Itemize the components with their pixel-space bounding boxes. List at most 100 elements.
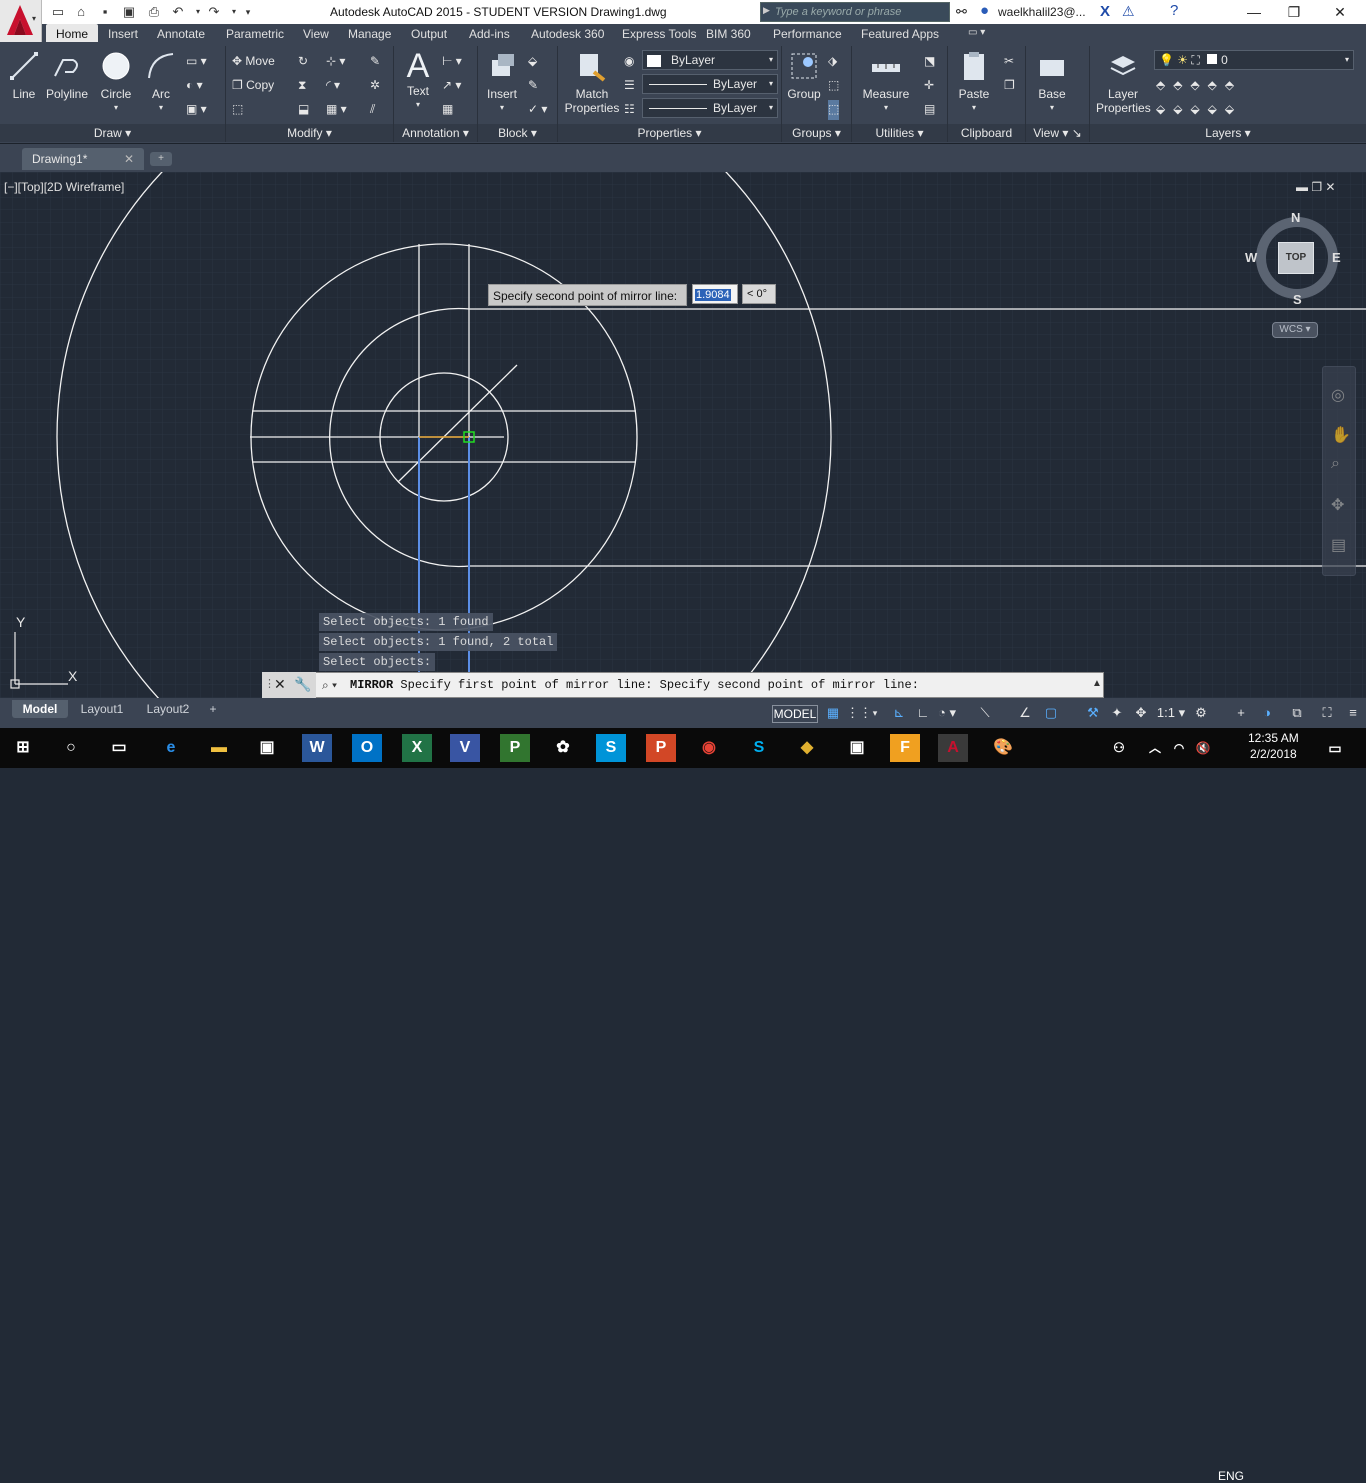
base-button[interactable]: Base ▾ bbox=[1032, 50, 1072, 115]
viewcube-top-face[interactable]: TOP bbox=[1278, 242, 1314, 274]
tab-performance[interactable]: Performance bbox=[773, 27, 842, 41]
cortana-search-icon[interactable]: ○ bbox=[56, 734, 86, 762]
explode-icon[interactable]: ✲ bbox=[370, 76, 380, 96]
circle-button[interactable]: Circle ▾ bbox=[96, 50, 136, 115]
new-tab-button[interactable]: + bbox=[150, 152, 172, 166]
word-icon[interactable]: W bbox=[302, 734, 332, 762]
compass-north[interactable]: N bbox=[1291, 210, 1300, 225]
rectangle-icon[interactable]: ▭ ▾ bbox=[186, 52, 207, 72]
viewport-controls-label[interactable]: [−][Top][2D Wireframe] bbox=[4, 180, 124, 194]
plot-icon[interactable]: ⎙ bbox=[146, 4, 162, 20]
binoculars-icon[interactable]: ⚯ bbox=[956, 4, 967, 20]
drawing-tab[interactable]: Drawing1* ✕ bbox=[22, 148, 144, 170]
volume-icon[interactable]: 🔇 bbox=[1188, 734, 1218, 762]
arc-button[interactable]: Arc ▾ bbox=[142, 50, 180, 115]
grid-toggle-icon[interactable]: ▦ bbox=[824, 704, 842, 722]
tab-view[interactable]: View bbox=[303, 27, 329, 41]
color-select[interactable]: ByLayer ▾ bbox=[642, 50, 778, 70]
hatch-icon[interactable]: ◐ ▾ bbox=[186, 76, 203, 96]
object-snap-tracking-icon[interactable]: ∠ ▾ bbox=[1016, 704, 1034, 738]
file-explorer-icon[interactable]: ▬ bbox=[204, 734, 234, 762]
tab-insert[interactable]: Insert bbox=[108, 27, 138, 41]
project-icon[interactable]: P bbox=[500, 734, 530, 762]
region-icon[interactable]: ▣ ▾ bbox=[186, 100, 207, 120]
tab-autodesk-360[interactable]: Autodesk 360 bbox=[531, 27, 604, 41]
showmotion-icon[interactable]: ▤ bbox=[1331, 535, 1346, 555]
group-edit-icon[interactable]: ⬚ bbox=[828, 76, 839, 96]
array-icon[interactable]: ▦ ▾ bbox=[326, 100, 347, 120]
measure-dropdown-icon[interactable]: ▾ bbox=[858, 101, 914, 115]
mirror-icon[interactable]: ⧗ bbox=[298, 76, 306, 96]
tab-annotate[interactable]: Annotate bbox=[157, 27, 205, 41]
stretch-icon[interactable]: ⬚ bbox=[232, 100, 243, 120]
utilities-panel-label[interactable]: Utilities ▾ bbox=[852, 124, 947, 142]
exchange-icon[interactable]: X bbox=[1100, 3, 1110, 20]
move-button[interactable]: ✥ Move bbox=[232, 52, 275, 72]
customize-wrench-icon[interactable]: 🔧 bbox=[294, 676, 311, 693]
fillet-icon[interactable]: ◜ ▾ bbox=[326, 76, 340, 96]
close-command-icon[interactable]: ✕ bbox=[274, 676, 286, 693]
redo-icon[interactable]: ↷ bbox=[206, 4, 222, 20]
quick-select-icon[interactable]: ⬔ bbox=[924, 52, 935, 72]
viewport-window-controls[interactable]: ▬ ❐ ✕ bbox=[1296, 180, 1335, 194]
layers-panel-label[interactable]: Layers ▾ bbox=[1090, 124, 1366, 142]
group-selection-icon[interactable]: ⬚ bbox=[828, 100, 840, 120]
drawing-viewport[interactable]: [−][Top][2D Wireframe] ▬ ❐ ✕ Y X bbox=[0, 172, 1366, 698]
command-prompt-icon[interactable]: ⌕ ▾ bbox=[322, 678, 337, 693]
app-f-icon[interactable]: F bbox=[890, 734, 920, 762]
clean-screen-icon[interactable]: ⛶ bbox=[1318, 704, 1336, 722]
task-view-icon[interactable]: ▭ bbox=[104, 734, 134, 762]
leader-icon[interactable]: ↗ ▾ bbox=[442, 76, 461, 96]
isometric-icon[interactable]: ⟍ ▾ bbox=[976, 704, 994, 738]
polar-tracking-icon[interactable]: ◔ ▾ bbox=[938, 704, 956, 722]
tab-add-ins[interactable]: Add-ins bbox=[469, 27, 510, 41]
user-icon[interactable]: ● bbox=[980, 2, 989, 19]
modify-panel-label[interactable]: Modify ▾ bbox=[226, 124, 393, 142]
table-icon[interactable]: ▦ bbox=[442, 100, 453, 120]
visio-icon[interactable]: V bbox=[450, 734, 480, 762]
open-icon[interactable]: ⌂ bbox=[73, 4, 89, 20]
autocad-taskbar-icon[interactable]: A bbox=[938, 734, 968, 762]
a360-icon[interactable]: ⚠ bbox=[1122, 3, 1135, 20]
scale-icon[interactable]: ⬓ bbox=[298, 100, 309, 120]
compass-east[interactable]: E bbox=[1332, 250, 1341, 265]
insert-button[interactable]: Insert ▾ bbox=[484, 50, 520, 115]
zoom-extents-icon[interactable]: ⌕ bbox=[1331, 455, 1340, 473]
properties-panel-label[interactable]: Properties ▾ bbox=[558, 124, 781, 142]
chrome-icon[interactable]: ◉ bbox=[694, 734, 724, 762]
view-panel-label[interactable]: View ▾ ↘ bbox=[1026, 124, 1089, 142]
layer-select[interactable]: 💡 ☀ ⛶ 0 ▾ bbox=[1154, 50, 1354, 70]
minimize-button[interactable]: — bbox=[1234, 2, 1274, 22]
text-button[interactable]: A Text ▾ bbox=[398, 49, 438, 112]
groups-panel-label[interactable]: Groups ▾ bbox=[782, 124, 851, 142]
ribbon-minimize-icon[interactable]: ▭ ▾ bbox=[968, 27, 985, 38]
lineweight-select[interactable]: ByLayer ▾ bbox=[642, 98, 778, 118]
draw-panel-label[interactable]: Draw ▾ bbox=[0, 124, 225, 142]
compass-south[interactable]: S bbox=[1293, 292, 1302, 307]
excel-icon[interactable]: X bbox=[402, 734, 432, 762]
layer-tools-row-2[interactable]: ⬙⬙⬙⬙⬙ bbox=[1156, 100, 1242, 120]
app-frame-icon[interactable]: ▣ bbox=[842, 734, 872, 762]
annotation-autoscale-icon[interactable]: ✦ bbox=[1108, 704, 1126, 722]
annotation-monitor-icon[interactable]: + bbox=[1232, 704, 1250, 722]
command-history-toggle-icon[interactable]: ▲ bbox=[1092, 678, 1102, 689]
new-layout-button[interactable]: + bbox=[202, 700, 224, 718]
dynamic-input-angle[interactable]: < 0° bbox=[742, 284, 776, 304]
erase-icon[interactable]: ✎ bbox=[370, 52, 380, 72]
paint-app-icon[interactable]: ✿ bbox=[548, 734, 578, 762]
annotation-scale-icon[interactable]: ✥ bbox=[1132, 704, 1150, 722]
search-input[interactable]: Type a keyword or phrase bbox=[760, 2, 950, 22]
viewcube[interactable]: TOP N S E W bbox=[1245, 210, 1341, 307]
create-block-icon[interactable]: ⬙ bbox=[528, 52, 537, 72]
dynamic-input-length[interactable]: 1.9084 bbox=[692, 284, 738, 304]
offset-icon[interactable]: ⫽ bbox=[370, 100, 375, 120]
paste-dropdown-icon[interactable]: ▾ bbox=[954, 101, 994, 115]
text-dropdown-icon[interactable]: ▾ bbox=[398, 98, 438, 112]
annotation-scale-select[interactable]: 1:1 ▾ bbox=[1156, 704, 1186, 722]
insert-dropdown-icon[interactable]: ▾ bbox=[484, 101, 520, 115]
tab-output[interactable]: Output bbox=[411, 27, 447, 41]
dimension-icon[interactable]: ⊢ ▾ bbox=[442, 52, 462, 72]
customization-menu-icon[interactable]: ≡ bbox=[1344, 704, 1362, 722]
close-button[interactable]: ✕ bbox=[1320, 2, 1360, 22]
app-tile-icon[interactable]: ◆ bbox=[792, 734, 822, 762]
